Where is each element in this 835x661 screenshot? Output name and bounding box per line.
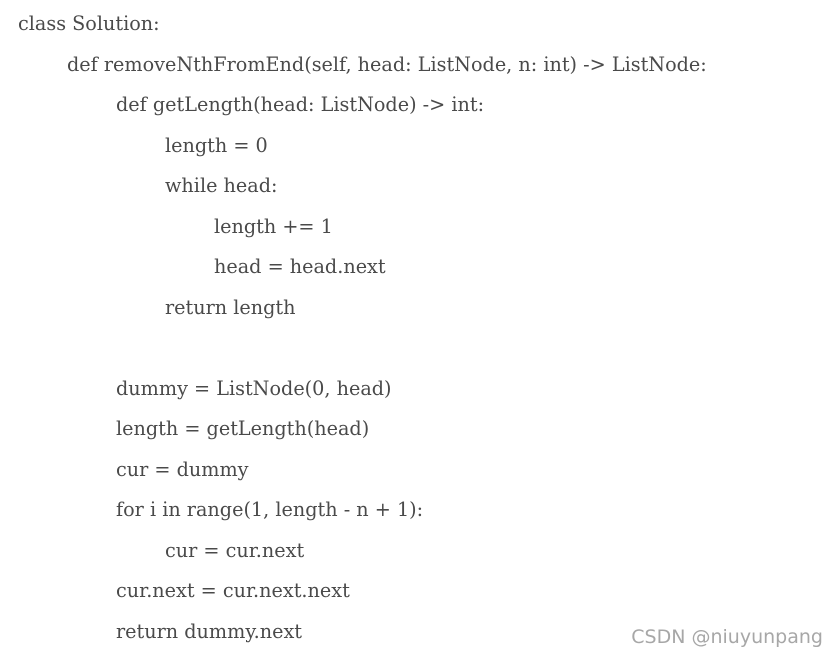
code-line: cur = cur.next — [165, 537, 305, 562]
code-line: def getLength(head: ListNode) -> int: — [116, 92, 485, 116]
code-line: class Solution: — [18, 11, 160, 35]
code-line: return length — [165, 294, 296, 319]
code-line: while head: — [165, 173, 278, 197]
code-line: cur.next = cur.next.next — [116, 578, 350, 602]
code-line: def removeNthFromEnd(self, head: ListNod… — [67, 51, 707, 76]
code-line: return dummy.next — [116, 618, 303, 643]
code-line: length += 1 — [214, 213, 333, 238]
code-line: head = head.next — [214, 254, 386, 278]
code-line: for i in range(1, length - n + 1): — [116, 497, 424, 521]
watermark: CSDN @niuyunpang — [631, 626, 823, 648]
code-line: length = getLength(head) — [116, 416, 370, 440]
code-line: cur = dummy — [116, 456, 249, 481]
code-block: class Solution: def removeNthFromEnd(sel… — [0, 0, 835, 661]
code-line: dummy = ListNode(0, head) — [116, 375, 392, 400]
code-line: length = 0 — [165, 132, 268, 157]
